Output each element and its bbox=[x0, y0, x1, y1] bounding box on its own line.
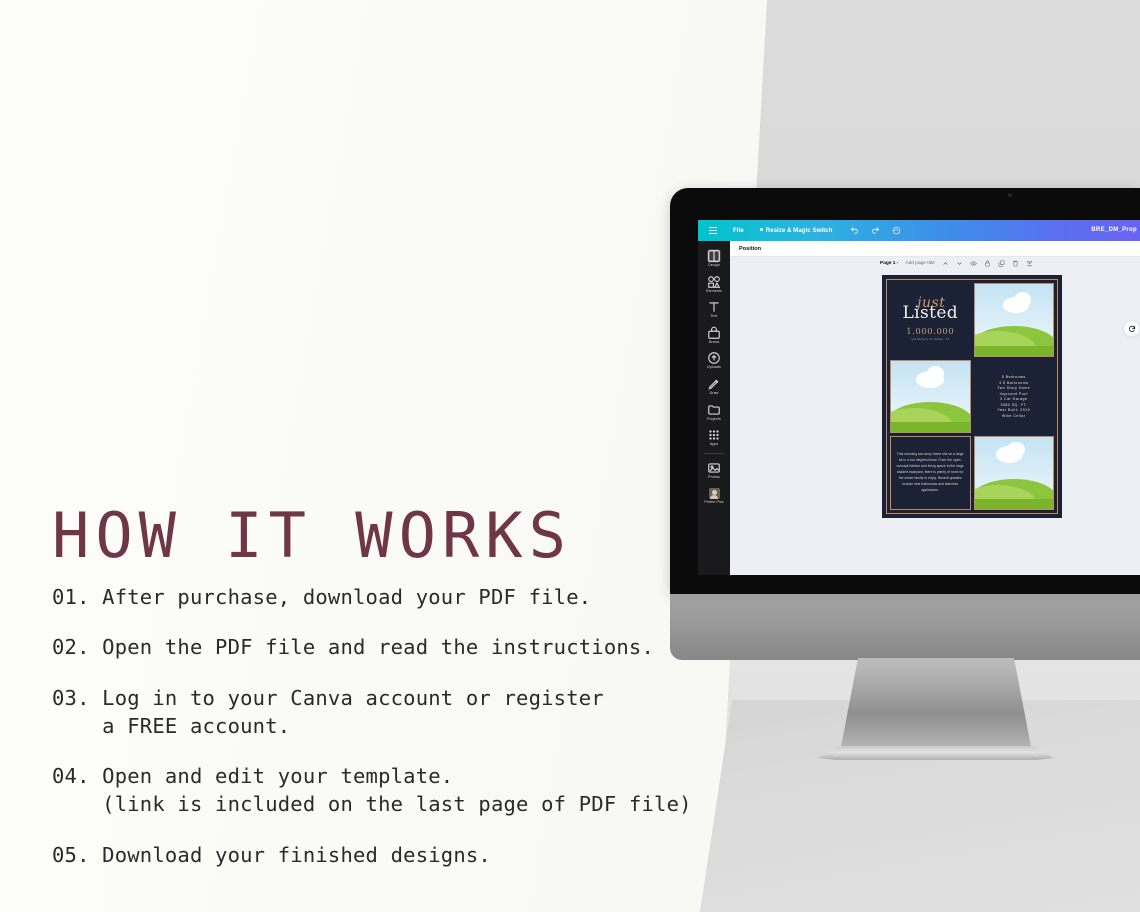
refresh-icon bbox=[1128, 325, 1135, 332]
app-top-bar: File Resize & Magic Switch BRE_DM_Prop bbox=[698, 220, 1140, 241]
step-item-4: 04. Open and edit your template. (link i… bbox=[52, 764, 692, 817]
chevron-down-icon[interactable] bbox=[956, 260, 963, 267]
sparkle-icon bbox=[759, 228, 763, 231]
sidebar-item-uploads[interactable]: Uploads bbox=[698, 347, 730, 373]
trash-icon[interactable] bbox=[1012, 260, 1019, 267]
design-icon bbox=[707, 249, 721, 263]
duplicate-icon[interactable] bbox=[998, 260, 1005, 267]
flyer-address: 123 Beverly St, Dallas, TX bbox=[911, 338, 950, 342]
sidebar-label-photos: Photos bbox=[708, 474, 720, 479]
canva-app-screen: File Resize & Magic Switch BRE_DM_Prop D… bbox=[698, 220, 1140, 575]
menu-resize-magic-switch[interactable]: Resize & Magic Switch bbox=[759, 227, 833, 234]
sidebar-label-projects: Projects bbox=[707, 416, 721, 421]
page-toolbar: Page 1 - Add page title bbox=[880, 260, 1033, 267]
document-title[interactable]: BRE_DM_Prop bbox=[1091, 227, 1137, 233]
sidebar-label-profile-pics: Profile Pics bbox=[704, 500, 724, 505]
detail-item: 3 Car Garage bbox=[1000, 397, 1028, 402]
sidebar-item-profile-pics[interactable]: Profile Pics bbox=[698, 482, 730, 508]
apps-icon bbox=[707, 428, 721, 442]
sidebar-divider bbox=[704, 452, 724, 454]
tab-position[interactable]: Position bbox=[739, 246, 761, 252]
projects-icon bbox=[707, 403, 721, 417]
undo-icon[interactable] bbox=[850, 226, 859, 235]
monitor-chin bbox=[670, 594, 1140, 660]
monitor-stand-foot bbox=[818, 746, 1054, 760]
sidebar-label-text: Text bbox=[710, 314, 718, 319]
step-item-3: 03. Log in to your Canva account or regi… bbox=[52, 685, 604, 738]
cloud-shape bbox=[1007, 441, 1025, 458]
flyer-description-block: This stunning two-story home sits on a l… bbox=[890, 436, 971, 510]
flyer-title-block: just Listed 1.000.000 123 Beverly St, Da… bbox=[890, 283, 971, 357]
flyer-price: 1.000.000 bbox=[906, 325, 955, 336]
sidebar-label-draw: Draw bbox=[709, 390, 719, 395]
step-item-5: 05. Download your finished designs. bbox=[52, 842, 491, 867]
sidebar-item-projects[interactable]: Projects bbox=[698, 399, 730, 425]
how-it-works-section: HOW IT WORKS 01. After purchase, downloa… bbox=[52, 505, 712, 869]
imac-monitor-mockup: File Resize & Magic Switch BRE_DM_Prop D… bbox=[670, 188, 1140, 764]
eye-icon[interactable] bbox=[969, 260, 977, 267]
sidebar-item-elements[interactable]: Elements bbox=[698, 271, 730, 297]
sidebar-item-photos[interactable]: Photos bbox=[698, 457, 730, 483]
redo-icon[interactable] bbox=[871, 226, 880, 235]
panel-header: Position bbox=[730, 241, 1140, 257]
step-item-1: 01. After purchase, download your PDF fi… bbox=[52, 585, 592, 609]
flyer-details-list: 5 Bedrooms 3.5 Bathrooms Two Story Home … bbox=[974, 360, 1055, 434]
page-number-label: Page 1 - bbox=[880, 261, 899, 266]
chevron-up-icon[interactable] bbox=[942, 260, 949, 267]
design-canvas-flyer[interactable]: just Listed 1.000.000 123 Beverly St, Da… bbox=[882, 275, 1062, 518]
text-icon bbox=[707, 300, 721, 314]
detail-item: 5 Bedrooms bbox=[1001, 374, 1026, 379]
hamburger-icon[interactable] bbox=[709, 226, 717, 235]
page-title: HOW IT WORKS bbox=[52, 499, 572, 572]
avatar-icon bbox=[707, 486, 721, 500]
lock-icon[interactable] bbox=[984, 260, 991, 267]
flyer-photo-top-right bbox=[973, 283, 1054, 357]
sidebar-label-design: Design bbox=[708, 263, 720, 267]
detail-item: Wine Cellar bbox=[1001, 414, 1026, 419]
sidebar-item-design[interactable]: Design bbox=[698, 245, 730, 271]
cloud-shape bbox=[1013, 291, 1032, 308]
flyer-photo-bottom-right bbox=[973, 436, 1054, 510]
elements-icon bbox=[707, 275, 721, 289]
menu-file[interactable]: File bbox=[733, 227, 744, 234]
detail-item: 3360 SQ. FT. bbox=[1000, 402, 1028, 407]
page-title-input[interactable]: Add page title bbox=[905, 261, 934, 266]
draw-icon bbox=[707, 377, 721, 391]
step-item-2: 02. Open the PDF file and read the instr… bbox=[52, 635, 655, 660]
sidebar-label-uploads: Uploads bbox=[707, 365, 721, 370]
sidebar-label-brand: Brand bbox=[708, 339, 720, 344]
app-sidebar: Design Elements Text Brand Uploads Draw bbox=[698, 241, 730, 575]
webcam-dot bbox=[1008, 193, 1012, 197]
uploads-icon bbox=[707, 351, 721, 365]
flyer-description-text: This stunning two-story home sits on a l… bbox=[896, 452, 964, 492]
sidebar-item-brand[interactable]: Brand bbox=[698, 322, 730, 348]
resize-label: Resize & Magic Switch bbox=[765, 227, 833, 234]
detail-item: Two Story Home bbox=[997, 386, 1031, 391]
cloud-sync-icon[interactable] bbox=[892, 226, 901, 235]
brand-icon bbox=[707, 326, 721, 340]
monitor-stand-neck bbox=[840, 658, 1032, 752]
expand-icon[interactable] bbox=[1026, 260, 1033, 267]
sidebar-item-text[interactable]: Text bbox=[698, 296, 730, 322]
sidebar-label-apps: Apps bbox=[709, 442, 719, 447]
detail-item: 3.5 Bathrooms bbox=[999, 380, 1029, 385]
sidebar-item-apps[interactable]: Apps bbox=[698, 424, 730, 450]
sidebar-label-elements: Elements bbox=[706, 288, 722, 293]
history-controls bbox=[850, 226, 901, 235]
flyer-main-word: Listed bbox=[902, 302, 959, 323]
detail-item: Year Built: 2019 bbox=[997, 408, 1031, 413]
refresh-button[interactable] bbox=[1123, 320, 1140, 337]
detail-item: Inground Pool bbox=[999, 391, 1028, 396]
photos-icon bbox=[707, 461, 721, 475]
flyer-photo-middle-left bbox=[890, 359, 971, 434]
sidebar-item-draw[interactable]: Draw bbox=[698, 373, 730, 399]
